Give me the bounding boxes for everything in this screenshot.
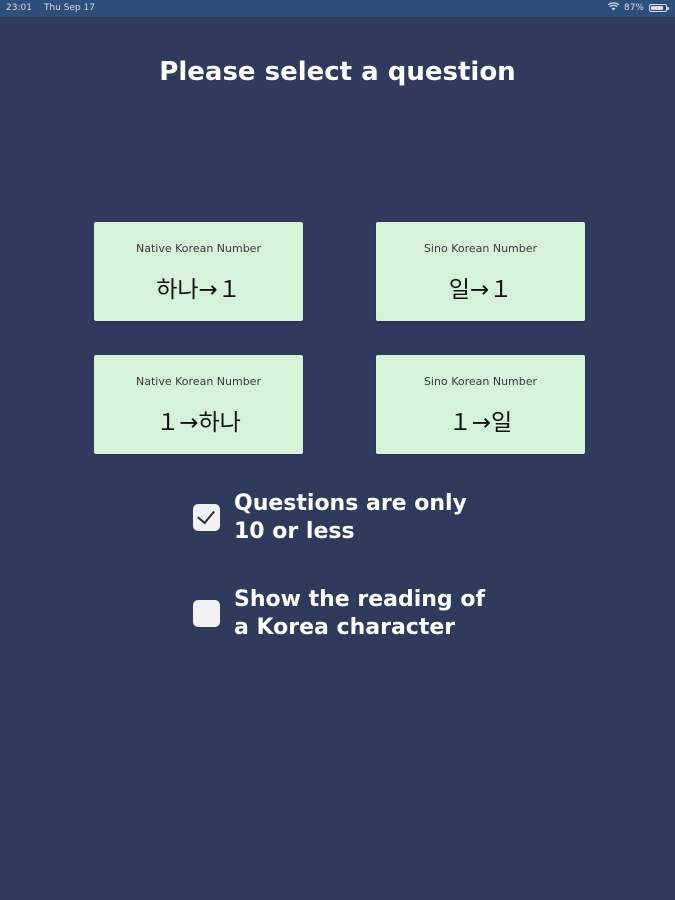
number-to-sino-korean-card[interactable]: Sino Korean Number １→일 bbox=[376, 355, 585, 454]
status-time: 23:01 bbox=[6, 3, 32, 13]
status-bar: 23:01 Thu Sep 17 87% bbox=[0, 0, 675, 17]
ten-or-less-label[interactable]: Questions are only 10 or less bbox=[234, 490, 494, 546]
option-label-line: Show the reading of bbox=[234, 587, 486, 612]
card-label: Native Korean Number bbox=[136, 242, 261, 255]
status-date: Thu Sep 17 bbox=[43, 3, 95, 13]
card-text: 하나→１ bbox=[156, 277, 241, 303]
card-label: Native Korean Number bbox=[136, 375, 261, 388]
card-text: １→일 bbox=[448, 410, 513, 436]
show-reading-checkbox[interactable] bbox=[193, 600, 220, 627]
page-title: Please select a question bbox=[159, 57, 516, 87]
option-label-line: a Korea character bbox=[234, 615, 456, 640]
show-reading-option[interactable]: Show the reading of a Korea character bbox=[193, 586, 494, 642]
card-label: Sino Korean Number bbox=[423, 242, 538, 255]
wifi-icon bbox=[607, 2, 620, 14]
checkmark-icon bbox=[197, 505, 215, 525]
sino-korean-to-number-card[interactable]: Sino Korean Number 일→１ bbox=[376, 222, 585, 321]
show-reading-label[interactable]: Show the reading of a Korea character bbox=[234, 586, 494, 642]
battery-percentage: 87% bbox=[623, 3, 644, 13]
status-right: 87% bbox=[607, 2, 669, 14]
battery-icon bbox=[649, 4, 669, 12]
native-korean-to-number-card[interactable]: Native Korean Number 하나→１ bbox=[94, 222, 303, 321]
option-label-line: Questions are only bbox=[234, 491, 467, 516]
ten-or-less-checkbox[interactable] bbox=[193, 504, 220, 531]
card-text: １→하나 bbox=[156, 410, 241, 436]
option-label-line: 10 or less bbox=[234, 519, 355, 544]
card-text: 일→１ bbox=[448, 277, 513, 303]
card-label: Sino Korean Number bbox=[423, 375, 538, 388]
number-to-native-korean-card[interactable]: Native Korean Number １→하나 bbox=[94, 355, 303, 454]
ten-or-less-option[interactable]: Questions are only 10 or less bbox=[193, 490, 494, 546]
status-left: 23:01 Thu Sep 17 bbox=[6, 3, 95, 13]
